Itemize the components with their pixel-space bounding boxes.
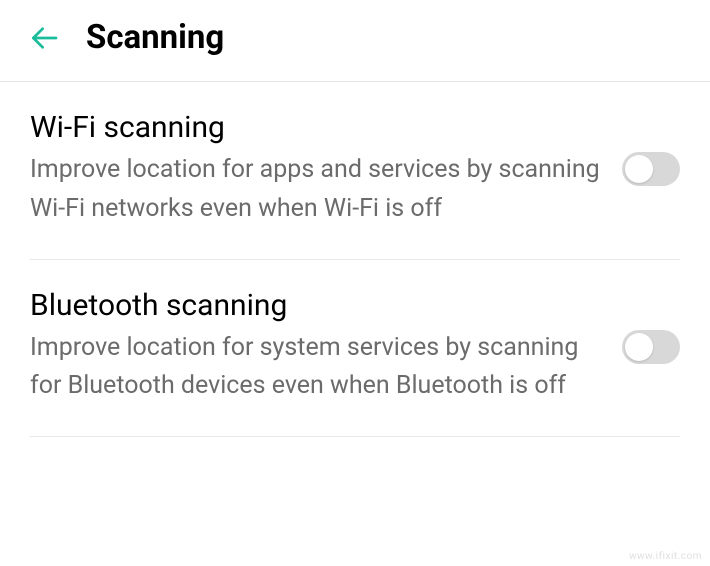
back-arrow-icon[interactable]: [28, 22, 60, 54]
setting-bluetooth-scanning[interactable]: Bluetooth scanning Improve location for …: [30, 260, 680, 438]
setting-description: Improve location for system services by …: [30, 329, 602, 407]
bluetooth-scanning-toggle[interactable]: [622, 330, 680, 364]
setting-title: Wi-Fi scanning: [30, 110, 602, 145]
setting-text: Bluetooth scanning Improve location for …: [30, 288, 622, 407]
page-title: Scanning: [86, 18, 224, 57]
settings-list: Wi-Fi scanning Improve location for apps…: [0, 82, 710, 437]
setting-wifi-scanning[interactable]: Wi-Fi scanning Improve location for apps…: [30, 82, 680, 260]
watermark: www.ifixit.com: [629, 551, 702, 562]
wifi-scanning-toggle[interactable]: [622, 152, 680, 186]
setting-text: Wi-Fi scanning Improve location for apps…: [30, 110, 622, 229]
header: Scanning: [0, 0, 710, 82]
setting-title: Bluetooth scanning: [30, 288, 602, 323]
setting-description: Improve location for apps and services b…: [30, 151, 602, 229]
